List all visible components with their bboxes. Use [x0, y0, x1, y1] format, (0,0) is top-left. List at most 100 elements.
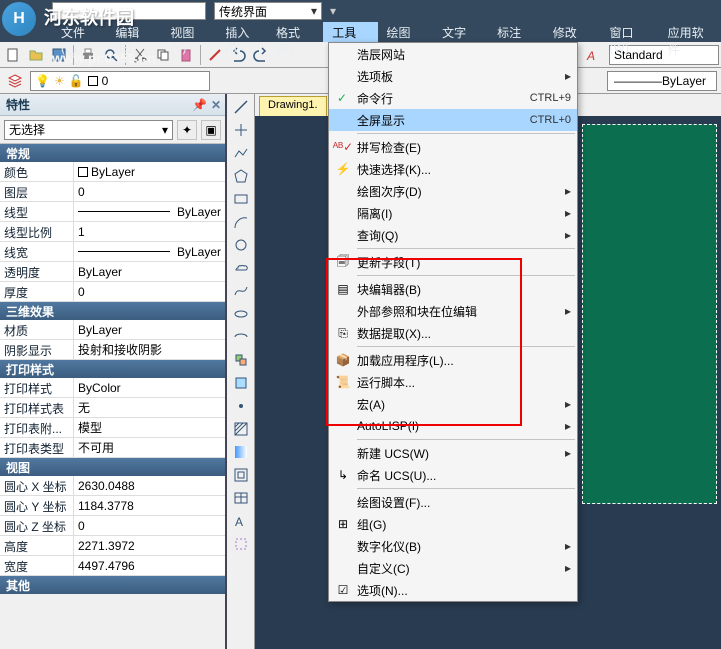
print-icon[interactable]: [77, 44, 99, 66]
menu-modify[interactable]: 修改(M): [544, 22, 601, 42]
prop-ltscale[interactable]: 线型比例1: [0, 222, 225, 242]
ellipsearc-icon[interactable]: [229, 326, 253, 348]
prop-linetype[interactable]: 线型ByLayer: [0, 202, 225, 222]
menu-updatefield[interactable]: 🗐更新字段(T): [329, 251, 577, 273]
menu-format[interactable]: 格式(O): [267, 22, 323, 42]
menu-options[interactable]: ☑选项(N)...: [329, 579, 577, 601]
prop-centerz[interactable]: 圆心 Z 坐标0: [0, 516, 225, 536]
menu-query[interactable]: 查询(Q)▸: [329, 224, 577, 246]
prop-pstyleattach[interactable]: 打印表附...模型: [0, 418, 225, 438]
menu-insert[interactable]: 插入(I): [216, 22, 267, 42]
menu-group[interactable]: ⊞组(G): [329, 513, 577, 535]
block-icon[interactable]: [229, 372, 253, 394]
menu-text[interactable]: 文字(X): [433, 22, 488, 42]
ellipse-icon[interactable]: [229, 303, 253, 325]
circle-icon[interactable]: [229, 234, 253, 256]
line-icon[interactable]: [229, 96, 253, 118]
section-view: 视图: [0, 458, 225, 476]
layer-select[interactable]: 💡 ☀ 🔓 0: [30, 71, 210, 91]
menu-edit[interactable]: 编辑(E): [106, 22, 161, 42]
tab-drawing1[interactable]: Drawing1.: [259, 96, 327, 116]
prop-centery[interactable]: 圆心 Y 坐标1184.3778: [0, 496, 225, 516]
prop-layer[interactable]: 图层0: [0, 182, 225, 202]
menu-autolisp[interactable]: AutoLISP(I)▸: [329, 415, 577, 437]
menu-tablet[interactable]: 数字化仪(B)▸: [329, 535, 577, 557]
prop-color[interactable]: 颜色ByLayer: [0, 162, 225, 182]
sun-icon: ☀: [54, 74, 65, 88]
prop-height[interactable]: 高度2271.3972: [0, 536, 225, 556]
prop-material[interactable]: 材质ByLayer: [0, 320, 225, 340]
prop-width[interactable]: 宽度4497.4796: [0, 556, 225, 576]
pickadd-icon[interactable]: ▣: [201, 120, 221, 140]
menu-palettes[interactable]: 选项板▸: [329, 65, 577, 87]
close-icon[interactable]: ✕: [211, 98, 221, 112]
gradient-icon[interactable]: [229, 441, 253, 463]
prop-shadow[interactable]: 阴影显示投射和接收阴影: [0, 340, 225, 360]
spline-icon[interactable]: [229, 280, 253, 302]
new-icon[interactable]: [2, 44, 24, 66]
prop-centerx[interactable]: 圆心 X 坐标2630.0488: [0, 476, 225, 496]
menu-draworder[interactable]: 绘图次序(D)▸: [329, 180, 577, 202]
section-3d: 三维效果: [0, 302, 225, 320]
redo-icon[interactable]: [250, 44, 272, 66]
open-icon[interactable]: [25, 44, 47, 66]
section-other: 其他: [0, 576, 225, 594]
properties-palette: 特性 📌 ✕ 无选择▾ ✦ ▣ 常规 颜色ByLayer 图层0 线型ByLay…: [0, 94, 227, 649]
addselected-icon[interactable]: [229, 533, 253, 555]
hatch-icon[interactable]: [229, 418, 253, 440]
top-search-input[interactable]: [52, 2, 206, 20]
menu-drawsettings[interactable]: 绘图设置(F)...: [329, 491, 577, 513]
menu-file[interactable]: 文件(F): [52, 22, 106, 42]
menu-view[interactable]: 视图(V): [161, 22, 216, 42]
options-icon: ☑: [329, 583, 357, 597]
region-icon[interactable]: [229, 464, 253, 486]
polyline-icon[interactable]: [229, 142, 253, 164]
mtext-icon[interactable]: A: [229, 510, 253, 532]
point-icon[interactable]: [229, 395, 253, 417]
dataextract-icon: ⎘: [329, 326, 357, 341]
menu-draw[interactable]: 绘图(D): [378, 22, 434, 42]
menu-fullscreen[interactable]: 全屏显示CTRL+0: [329, 109, 577, 131]
prop-lineweight[interactable]: 线宽ByLayer: [0, 242, 225, 262]
menu-tools[interactable]: 工具(T): [323, 22, 377, 42]
menu-haochen-site[interactable]: 浩辰网站: [329, 43, 577, 65]
menu-runscript[interactable]: 📜运行脚本...: [329, 371, 577, 393]
arc-icon[interactable]: [229, 211, 253, 233]
menu-dataextract[interactable]: ⎘数据提取(X)...: [329, 322, 577, 344]
menu-xrefedit[interactable]: 外部参照和块在位编辑▸: [329, 300, 577, 322]
menu-cmdline[interactable]: 命令行CTRL+9: [329, 87, 577, 109]
menu-newucs[interactable]: 新建 UCS(W)▸: [329, 442, 577, 464]
menu-namedues[interactable]: ↳命名 UCS(U)...: [329, 464, 577, 486]
bylayer-select[interactable]: ———— ByLayer: [607, 71, 717, 91]
ui-style-dropdown[interactable]: 传统界面▾: [214, 2, 322, 20]
prop-pstyle[interactable]: 打印样式ByColor: [0, 378, 225, 398]
match-icon[interactable]: [204, 44, 226, 66]
insert-icon[interactable]: [229, 349, 253, 371]
pin-icon[interactable]: 📌: [192, 98, 207, 112]
menu-macro[interactable]: 宏(A)▸: [329, 393, 577, 415]
revcloud-icon[interactable]: [229, 257, 253, 279]
cut-icon[interactable]: [129, 44, 151, 66]
menu-app[interactable]: 应用软件: [659, 22, 721, 42]
selection-dropdown[interactable]: 无选择▾: [4, 120, 173, 140]
prop-pstyletable[interactable]: 打印样式表无: [0, 398, 225, 418]
layers-icon[interactable]: [4, 70, 26, 92]
app-logo: H: [2, 2, 48, 42]
prop-pstyletype[interactable]: 打印表类型不可用: [0, 438, 225, 458]
prop-transparency[interactable]: 透明度ByLayer: [0, 262, 225, 282]
menu-window[interactable]: 窗口(W): [601, 22, 659, 42]
ray-icon[interactable]: [229, 119, 253, 141]
textstyle-icon[interactable]: A: [582, 44, 604, 66]
menu-annotate[interactable]: 标注(N): [488, 22, 544, 42]
polygon-icon[interactable]: [229, 165, 253, 187]
menu-quickselect[interactable]: ⚡快速选择(K)...: [329, 158, 577, 180]
menu-blockedit[interactable]: ▤块编辑器(B): [329, 278, 577, 300]
menu-customize[interactable]: 自定义(C)▸: [329, 557, 577, 579]
prop-thickness[interactable]: 厚度0: [0, 282, 225, 302]
quickselect-icon[interactable]: ✦: [177, 120, 197, 140]
rectangle-icon[interactable]: [229, 188, 253, 210]
table-icon[interactable]: [229, 487, 253, 509]
menu-spellcheck[interactable]: ᴬᴮ✓拼写检查(E): [329, 136, 577, 158]
menu-loadapp[interactable]: 📦加载应用程序(L)...: [329, 349, 577, 371]
menu-isolate[interactable]: 隔离(I)▸: [329, 202, 577, 224]
